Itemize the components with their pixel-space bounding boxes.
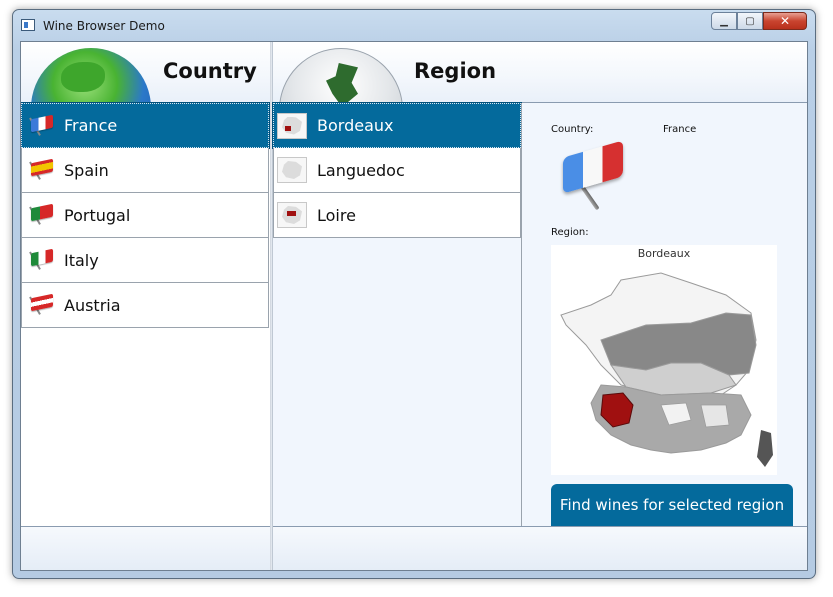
region-item-label: Loire <box>317 205 356 225</box>
app-icon <box>21 19 35 31</box>
country-header: Country <box>21 42 270 103</box>
flag-austria-icon <box>26 293 54 317</box>
region-map-icon <box>277 112 307 139</box>
country-item-label: Portugal <box>64 205 131 225</box>
region-header-title: Region <box>414 59 497 83</box>
flag-italy-icon <box>26 248 54 272</box>
region-header: Region <box>273 42 807 103</box>
region-item-loire[interactable]: Loire <box>273 193 521 238</box>
region-field-label: Region: <box>551 227 589 238</box>
country-item-label: Spain <box>64 160 109 180</box>
region-item-label: Bordeaux <box>317 116 394 135</box>
region-map: Bordeaux <box>551 245 777 475</box>
region-footer <box>273 526 807 570</box>
country-item-label: France <box>64 116 118 135</box>
app-window: Wine Browser Demo ▁ ▢ ✕ Country France S… <box>12 9 816 579</box>
maximize-button[interactable]: ▢ <box>737 12 763 30</box>
flag-france-icon <box>26 114 54 138</box>
window-title: Wine Browser Demo <box>43 19 165 33</box>
details-panel: Country: France Region: Bordeaux Find wi… <box>522 103 807 526</box>
country-item-label: Austria <box>64 295 121 315</box>
europe-globe-icon <box>279 48 403 102</box>
region-panel: Region Bordeaux Languedoc Loire Country:… <box>272 42 807 570</box>
country-panel: Country France Spain Portugal Italy Aust… <box>21 42 270 570</box>
region-item-languedoc[interactable]: Languedoc <box>273 148 521 193</box>
flag-france-large-icon <box>557 140 629 221</box>
country-item-france[interactable]: France <box>21 102 270 149</box>
region-map-icon <box>277 157 307 183</box>
france-map-icon <box>560 272 773 467</box>
minimize-button[interactable]: ▁ <box>711 12 737 30</box>
country-field-value: France <box>663 124 697 135</box>
flag-spain-icon <box>26 158 54 182</box>
region-map-icon <box>277 202 307 228</box>
close-button[interactable]: ✕ <box>763 12 807 30</box>
country-item-italy[interactable]: Italy <box>21 238 269 283</box>
country-item-spain[interactable]: Spain <box>21 148 269 193</box>
region-item-bordeaux[interactable]: Bordeaux <box>272 102 522 149</box>
find-wines-button[interactable]: Find wines for selected region <box>551 484 793 526</box>
country-field-label: Country: <box>551 124 594 135</box>
title-bar[interactable]: Wine Browser Demo ▁ ▢ ✕ <box>13 10 815 40</box>
region-list: Bordeaux Languedoc Loire <box>272 102 522 238</box>
country-list: France Spain Portugal Italy Austria <box>21 102 270 328</box>
country-footer <box>21 526 270 570</box>
window-controls: ▁ ▢ ✕ <box>711 12 807 30</box>
country-item-austria[interactable]: Austria <box>21 283 269 328</box>
country-header-title: Country <box>163 59 257 83</box>
globe-icon <box>31 48 151 102</box>
client-area: Country France Spain Portugal Italy Aust… <box>20 41 808 571</box>
region-map-title: Bordeaux <box>637 247 691 260</box>
country-item-label: Italy <box>64 250 99 270</box>
flag-portugal-icon <box>26 203 54 227</box>
country-item-portugal[interactable]: Portugal <box>21 193 269 238</box>
region-item-label: Languedoc <box>317 160 405 180</box>
